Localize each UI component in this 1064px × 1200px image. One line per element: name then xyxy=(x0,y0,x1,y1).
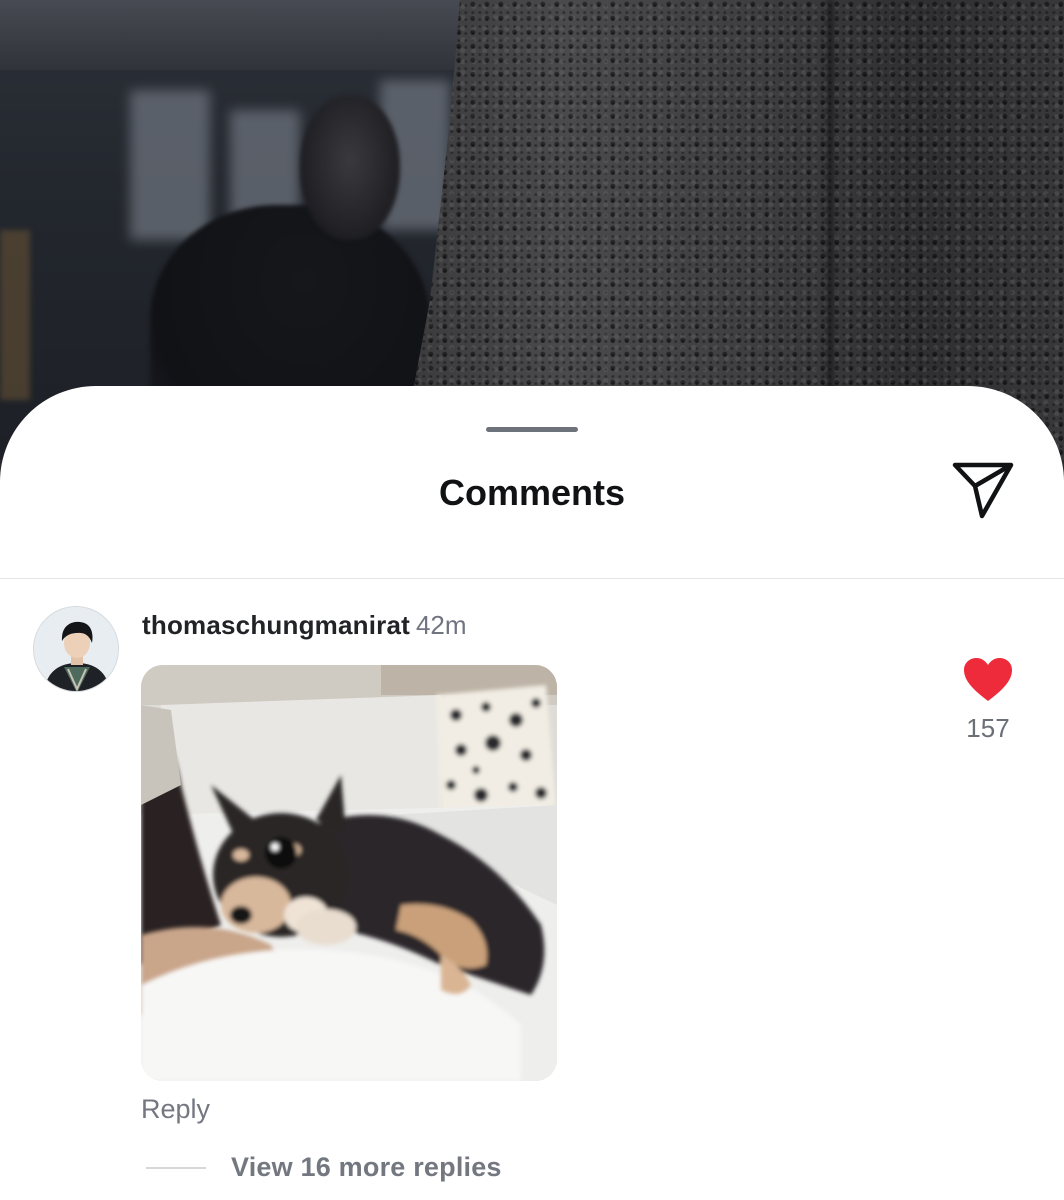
comments-sheet: Comments thomaschungmanirat 42m 157 Repl… xyxy=(0,386,1064,1200)
background-window xyxy=(130,90,210,240)
sheet-title: Comments xyxy=(438,472,626,513)
replies-divider-line xyxy=(146,1167,206,1169)
background-person-head xyxy=(300,95,400,240)
heart-filled-icon xyxy=(964,658,1012,701)
comment-item: thomaschungmanirat 42m 157 Reply View 16… xyxy=(0,579,1064,1200)
avatar[interactable] xyxy=(33,606,119,692)
view-more-replies-button[interactable]: View 16 more replies xyxy=(231,1152,502,1183)
like-count: 157 xyxy=(966,713,1010,743)
comment-timestamp: 42m xyxy=(415,610,467,640)
background-window xyxy=(230,110,300,220)
avatar-image xyxy=(34,607,118,691)
background-ceiling xyxy=(0,0,460,70)
share-button[interactable] xyxy=(948,460,1018,524)
comment-gif[interactable] xyxy=(141,665,557,1081)
reply-button[interactable]: Reply xyxy=(141,1094,210,1125)
background-pillar xyxy=(0,230,30,400)
paper-plane-icon xyxy=(952,462,1014,519)
puppy-gif-image xyxy=(141,665,557,1081)
like-button[interactable] xyxy=(960,655,1016,705)
sheet-drag-handle[interactable] xyxy=(486,427,578,432)
comment-username[interactable]: thomaschungmanirat xyxy=(142,610,410,640)
comment-header: thomaschungmanirat 42m xyxy=(142,610,467,641)
